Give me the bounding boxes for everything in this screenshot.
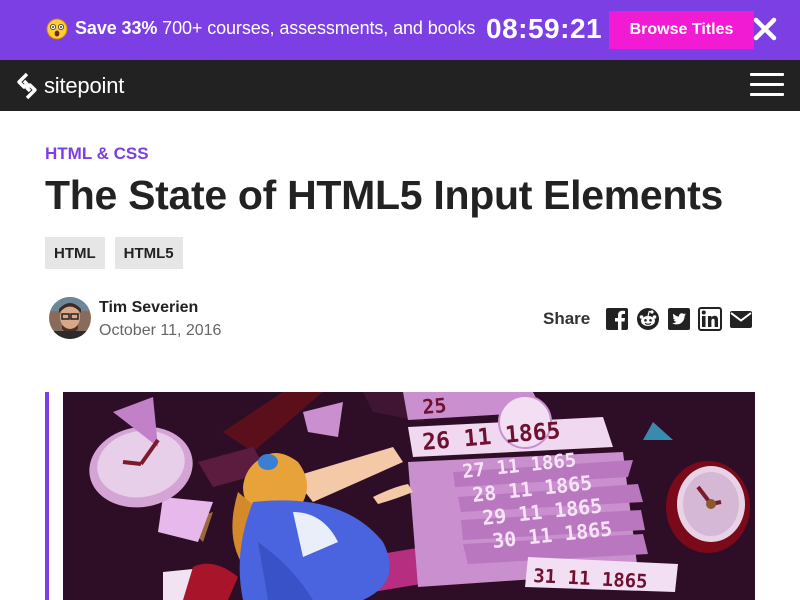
close-icon[interactable] [752, 16, 778, 42]
menu-line [750, 73, 784, 76]
tag-html[interactable]: HTML [45, 237, 105, 269]
publish-date: October 11, 2016 [99, 322, 222, 339]
promo-banner: Save 33% 700+ courses, assessments, and … [0, 0, 800, 60]
share-bar: Share [543, 307, 753, 331]
facebook-icon[interactable] [605, 307, 629, 331]
tag-list: HTML HTML5 [45, 237, 183, 269]
promo-text: Save 33% 700+ courses, assessments, and … [75, 18, 475, 39]
share-label: Share [543, 309, 591, 328]
author-name[interactable]: Tim Severien [99, 299, 198, 317]
hamburger-menu-icon[interactable] [750, 73, 784, 97]
sitepoint-logo[interactable]: sitepoint [16, 72, 124, 100]
twitter-icon[interactable] [667, 307, 691, 331]
tag-html5[interactable]: HTML5 [114, 237, 183, 269]
top-nav: sitepoint [0, 60, 800, 111]
menu-line [750, 83, 784, 86]
sitepoint-logo-icon [17, 72, 37, 100]
countdown-timer: 08:59:21 [486, 13, 603, 44]
reddit-icon[interactable] [636, 307, 660, 331]
promo-highlight: Save 33% [75, 18, 158, 38]
hero-illustration: 25 26 11 1865 27 11 1865 28 11 1865 29 1… [63, 392, 755, 600]
email-icon[interactable] [729, 307, 753, 331]
linkedin-icon[interactable] [698, 307, 723, 331]
article-title: The State of HTML5 Input Elements [45, 172, 724, 218]
browse-titles-button[interactable]: Browse Titles [609, 11, 754, 49]
hero-accent-bar [45, 392, 49, 600]
menu-line [750, 93, 784, 96]
logo-text: sitepoint [44, 73, 125, 98]
hero-date-25: 25 [421, 393, 447, 419]
shocked-face-emoji-icon [46, 18, 68, 40]
author-avatar[interactable] [49, 297, 91, 339]
category-link[interactable]: HTML & CSS [45, 144, 149, 164]
promo-description: 700+ courses, assessments, and books [157, 18, 476, 38]
avatar-image [49, 297, 91, 339]
